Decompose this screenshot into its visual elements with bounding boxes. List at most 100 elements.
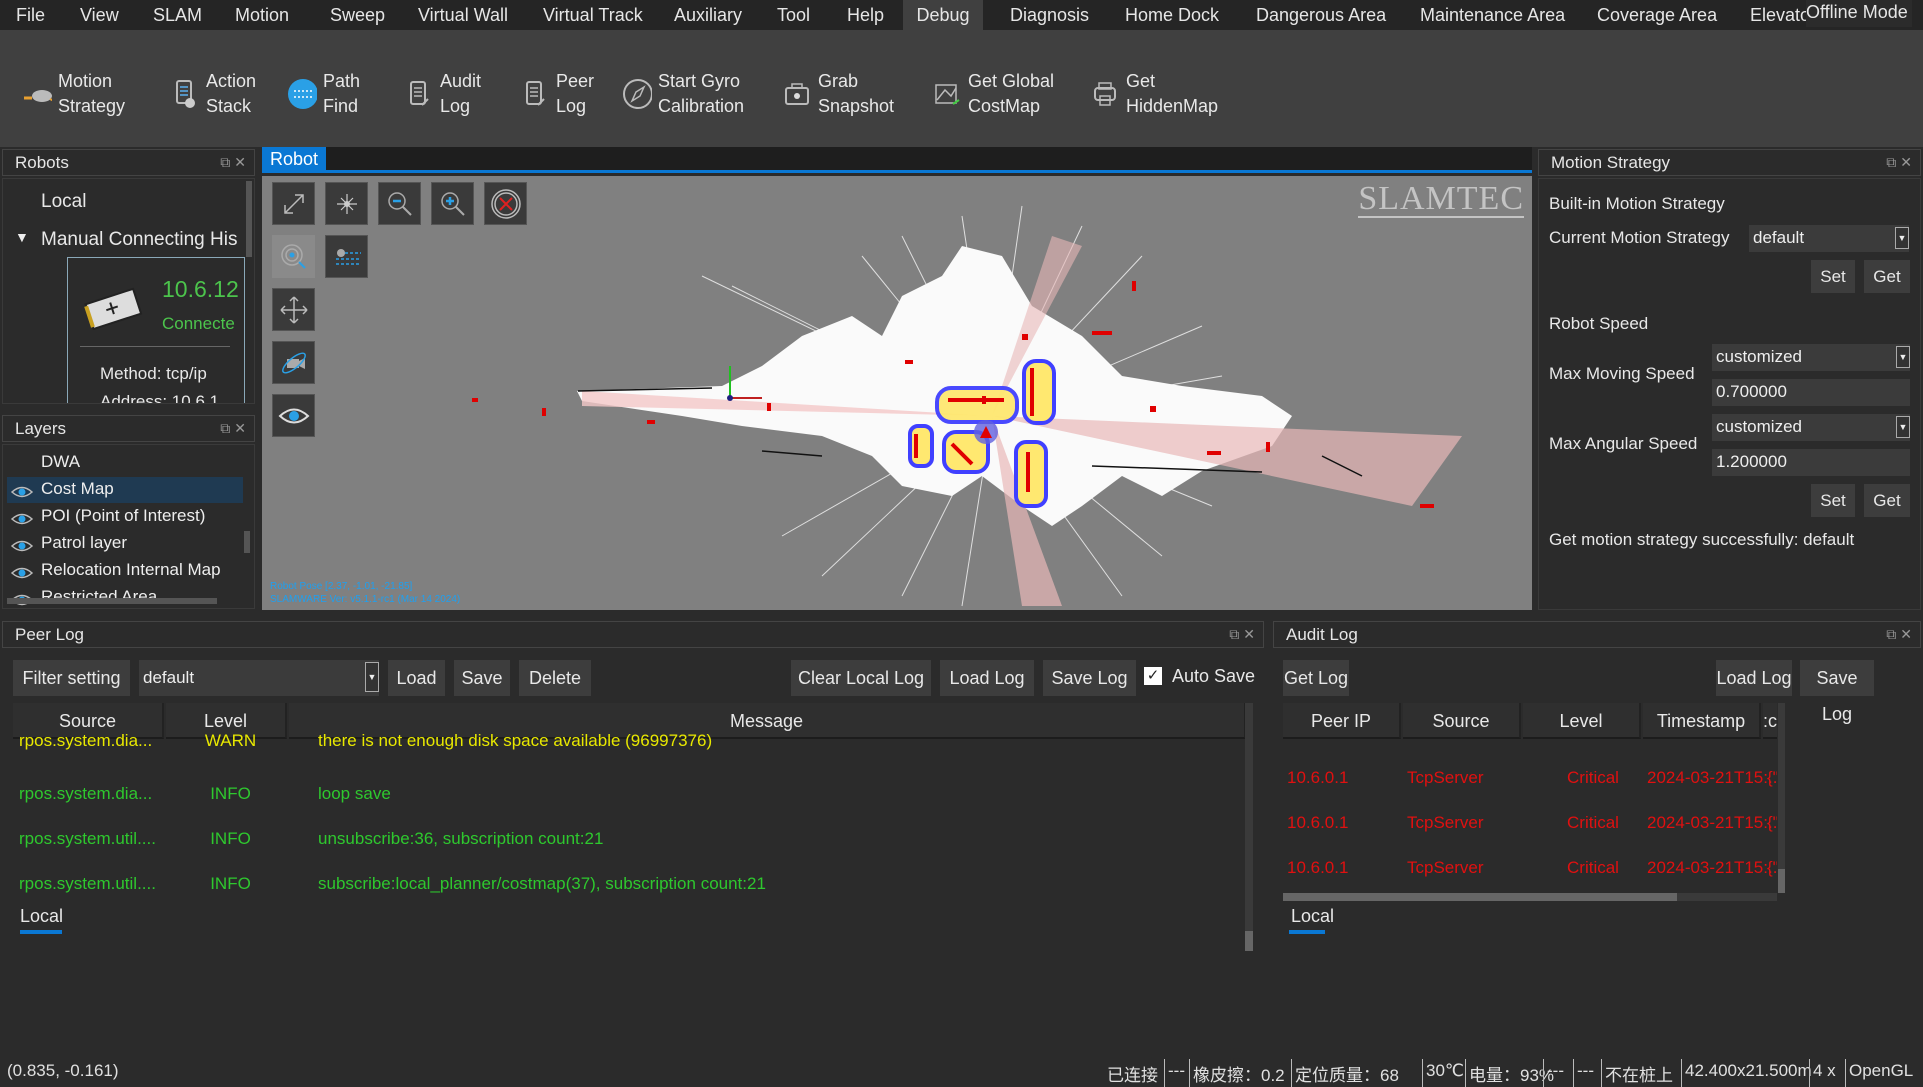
path-edit-button[interactable]: [325, 235, 368, 278]
zoom-out-button[interactable]: [378, 182, 421, 225]
eye-icon[interactable]: [10, 483, 34, 504]
peer-log-button[interactable]: Peer Log: [520, 64, 594, 124]
get-global-costmap-button[interactable]: Get Global CostMap: [932, 64, 1054, 124]
audit-vscrollbar[interactable]: [1778, 703, 1785, 893]
menu-slam[interactable]: SLAM: [153, 0, 202, 30]
audit-log-cell-timestamp: 2024-03-21T15:...: [1647, 858, 1777, 877]
motion-strategy-select[interactable]: default ▼: [1749, 225, 1909, 252]
layer-item[interactable]: Restricted Area: [7, 585, 243, 608]
pan-button[interactable]: [272, 288, 315, 331]
audit-log-cell-level: Critical: [1567, 858, 1619, 877]
layer-item[interactable]: Patrol layer: [7, 531, 243, 557]
camera-orbit-button[interactable]: [272, 341, 315, 384]
layers-hscrollbar[interactable]: [7, 598, 217, 604]
load-filter-button[interactable]: Load: [388, 660, 445, 696]
column-header-peer-ip[interactable]: Peer IP: [1283, 703, 1401, 739]
save-log-button[interactable]: Save Log: [1043, 660, 1136, 696]
get-hiddenmap-button[interactable]: Get HiddenMap: [1090, 64, 1218, 124]
audit-save-log-button[interactable]: Save Log: [1800, 660, 1874, 724]
menu-help[interactable]: Help: [847, 0, 884, 30]
max-angular-speed-input[interactable]: 1.200000: [1712, 449, 1910, 476]
column-header-timestamp[interactable]: Timestamp: [1643, 703, 1761, 739]
menu-diagnosis[interactable]: Diagnosis: [1010, 0, 1089, 30]
filter-setting-button[interactable]: Filter setting: [13, 660, 130, 696]
menu-virtual-wall[interactable]: Virtual Wall: [418, 0, 508, 30]
camera-orbit-icon: [281, 351, 306, 374]
column-header-content[interactable]: :c: [1763, 703, 1777, 739]
layer-item[interactable]: DWA: [7, 450, 243, 476]
start-gyro-calibration-button[interactable]: Start Gyro Calibration: [622, 64, 744, 124]
get-strategy-button[interactable]: Get: [1864, 260, 1910, 293]
robots-scrollbar[interactable]: [246, 181, 252, 257]
save-filter-button[interactable]: Save: [454, 660, 510, 696]
max-angular-speed-mode-select[interactable]: customized ▼: [1712, 414, 1910, 441]
center-robot-button[interactable]: [325, 182, 368, 225]
robot-group-manual-connecting[interactable]: Manual Connecting His: [41, 229, 237, 251]
peer-log-scrollbar[interactable]: [1245, 703, 1253, 951]
set-speed-button[interactable]: Set: [1811, 484, 1855, 517]
get-speed-button[interactable]: Get: [1864, 484, 1910, 517]
fit-view-button[interactable]: [272, 182, 315, 225]
robot-item-local[interactable]: Local: [41, 191, 86, 213]
motion-strategy-button[interactable]: Motion Strategy: [22, 64, 125, 124]
robot-address: Address: 10.6.1: [100, 392, 220, 404]
map-canvas[interactable]: SLAMTEC Robot Pose [2.37, -1.01, -21.85]…: [262, 176, 1532, 610]
robot-card[interactable]: 10.6.12 Connecte Method: tcp/ip Address:…: [67, 257, 245, 404]
tab-robot[interactable]: Robot: [262, 147, 327, 171]
chevron-down-icon: ▼: [1896, 346, 1910, 368]
dock-float-close-icons[interactable]: ⧉✕: [1886, 622, 1916, 647]
menu-sweep[interactable]: Sweep: [330, 0, 385, 30]
auto-save-checkbox[interactable]: ✓: [1144, 667, 1162, 685]
layer-item[interactable]: Cost Map: [7, 477, 243, 503]
offline-mode-label: Offline Mode: [1806, 0, 1912, 27]
layer-item[interactable]: POI (Point of Interest): [7, 504, 243, 530]
menu-view[interactable]: View: [80, 0, 119, 30]
dock-float-close-icons[interactable]: ⧉✕: [1886, 150, 1916, 175]
column-header-source[interactable]: Source: [1403, 703, 1521, 739]
audit-hscrollbar[interactable]: [1283, 893, 1777, 901]
dock-float-close-icons[interactable]: ⧉✕: [1229, 622, 1259, 647]
eye-icon[interactable]: [10, 510, 34, 531]
menu-coverage-area[interactable]: Coverage Area: [1597, 0, 1717, 30]
relocate-button[interactable]: [272, 235, 315, 278]
robot-speed-label: Robot Speed: [1549, 314, 1649, 333]
grab-snapshot-button[interactable]: Grab Snapshot: [782, 64, 894, 124]
eye-icon[interactable]: [10, 537, 34, 558]
eye-icon[interactable]: [10, 564, 34, 585]
layer-item[interactable]: Relocation Internal Map: [7, 558, 243, 584]
status-separator: [1573, 1059, 1574, 1087]
menu-motion[interactable]: Motion: [235, 0, 289, 30]
column-header-level[interactable]: Level: [1523, 703, 1641, 739]
menu-home-dock[interactable]: Home Dock: [1125, 0, 1219, 30]
filter-select[interactable]: default ▼: [139, 660, 379, 696]
menu-virtual-track[interactable]: Virtual Track: [543, 0, 643, 30]
peer-log-tab-local[interactable]: Local: [20, 906, 63, 927]
get-log-button[interactable]: Get Log: [1283, 660, 1349, 696]
menu-debug[interactable]: Debug: [903, 0, 983, 31]
visibility-button[interactable]: [272, 394, 315, 437]
expand-triangle-icon[interactable]: ▼: [15, 229, 29, 245]
delete-filter-button[interactable]: Delete: [519, 660, 591, 696]
dock-float-close-icons[interactable]: ⧉✕: [220, 416, 250, 441]
action-stack-button[interactable]: Action Stack: [170, 64, 256, 124]
audit-load-log-button[interactable]: Load Log: [1716, 660, 1792, 696]
menu-auxiliary[interactable]: Auxiliary: [674, 0, 742, 30]
load-log-button[interactable]: Load Log: [940, 660, 1034, 696]
path-find-button[interactable]: Path Find: [287, 64, 360, 124]
max-moving-speed-input[interactable]: 0.700000: [1712, 379, 1910, 406]
dock-float-close-icons[interactable]: ⧉✕: [220, 150, 250, 175]
menu-elevator[interactable]: Elevato: [1750, 0, 1810, 30]
clear-button[interactable]: [484, 182, 527, 225]
menu-file[interactable]: File: [16, 0, 45, 30]
layers-vscrollbar[interactable]: [244, 531, 250, 553]
clear-local-log-button[interactable]: Clear Local Log: [791, 660, 931, 696]
menu-maintenance-area[interactable]: Maintenance Area: [1420, 0, 1565, 30]
menu-dangerous-area[interactable]: Dangerous Area: [1256, 0, 1386, 30]
audit-log-button[interactable]: Audit Log: [404, 64, 481, 124]
audit-log-tab-local[interactable]: Local: [1291, 906, 1334, 927]
zoom-in-button[interactable]: [431, 182, 474, 225]
menu-tool[interactable]: Tool: [777, 0, 810, 30]
max-moving-speed-mode-select[interactable]: customized ▼: [1712, 344, 1910, 371]
set-strategy-button[interactable]: Set: [1811, 260, 1855, 293]
motion-strategy-result: Get motion strategy successfully: defaul…: [1549, 530, 1855, 549]
